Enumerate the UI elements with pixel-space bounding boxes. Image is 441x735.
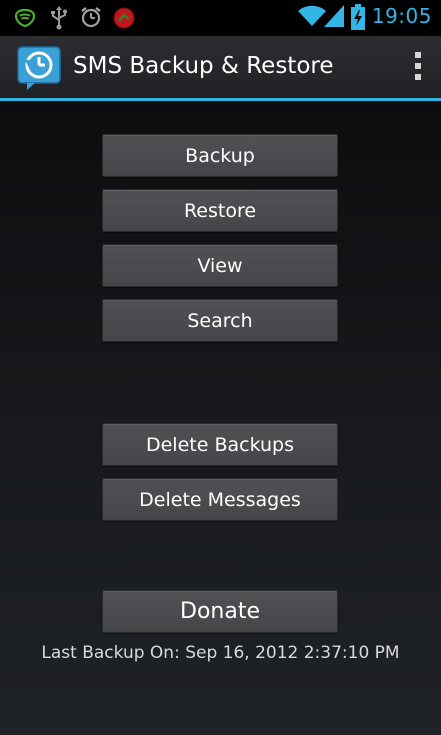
backup-clock-icon[interactable] bbox=[17, 46, 61, 90]
delete-messages-button[interactable]: Delete Messages bbox=[102, 478, 338, 521]
shield-icon bbox=[14, 8, 36, 32]
app-title: SMS Backup & Restore bbox=[73, 53, 334, 79]
status-clock: 19:05 bbox=[371, 4, 432, 28]
main-content: Backup Restore View Search Delete Backup… bbox=[0, 101, 441, 735]
signal-icon bbox=[324, 5, 344, 31]
view-button[interactable]: View bbox=[102, 244, 338, 287]
action-bar: SMS Backup & Restore bbox=[0, 36, 441, 98]
alarm-icon bbox=[80, 6, 102, 32]
restore-button[interactable]: Restore bbox=[102, 189, 338, 232]
last-backup-text: Last Backup On: Sep 16, 2012 2:37:10 PM bbox=[41, 643, 400, 663]
donate-button[interactable]: Donate bbox=[102, 590, 338, 633]
delete-backups-button[interactable]: Delete Backups bbox=[102, 423, 338, 466]
record-icon bbox=[112, 6, 136, 34]
usb-icon bbox=[50, 6, 68, 34]
overflow-menu-icon[interactable] bbox=[413, 52, 423, 82]
battery-charging-icon bbox=[351, 4, 365, 34]
wifi-icon bbox=[298, 5, 326, 31]
backup-button[interactable]: Backup bbox=[102, 134, 338, 177]
status-bar: 19:05 bbox=[0, 0, 441, 36]
search-button[interactable]: Search bbox=[102, 299, 338, 342]
